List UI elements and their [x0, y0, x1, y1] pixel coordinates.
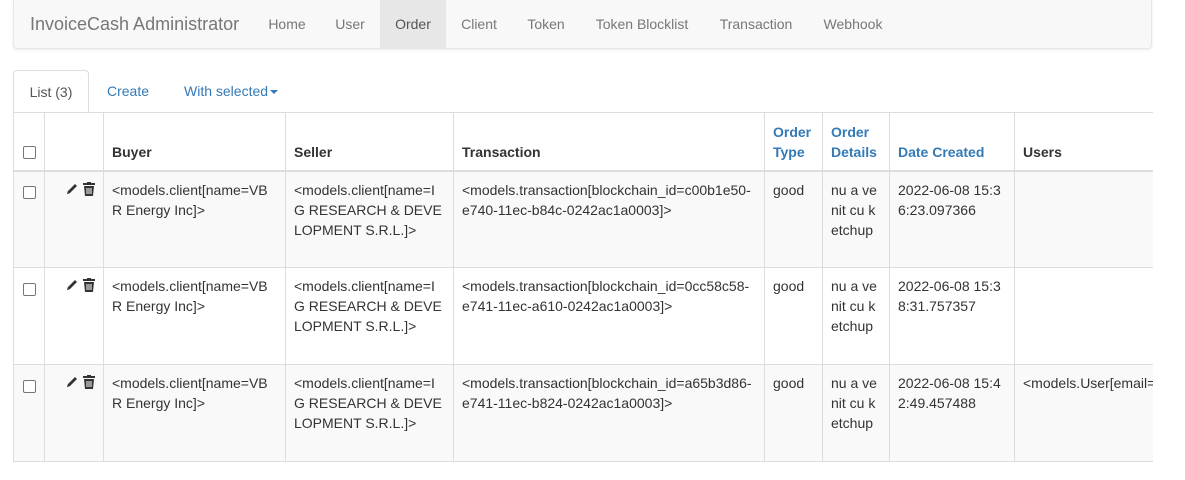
table-row: <models.client[name=VBR Energy Inc]> <mo… — [13, 364, 1153, 462]
select-all-cell — [13, 112, 45, 172]
with-selected-dropdown[interactable]: With selected — [184, 70, 279, 113]
row-select-cell — [13, 170, 45, 268]
cell-date-created: 2022-06-08 15:38:31.757357 — [889, 267, 1015, 365]
cell-users: <models.User[email= — [1014, 364, 1153, 462]
nav-order[interactable]: Order — [380, 0, 446, 49]
cell-transaction: <models.transaction[blockchain_id=c00b1e… — [453, 170, 765, 268]
table-header-row: Buyer Seller Transaction Order Type Orde… — [13, 112, 1153, 172]
delete-trash-icon[interactable] — [83, 277, 95, 297]
table-row: <models.client[name=VBR Energy Inc]> <mo… — [13, 170, 1153, 268]
orders-table-container: Buyer Seller Transaction Order Type Orde… — [13, 112, 1153, 462]
actions-header — [44, 112, 104, 172]
row-actions — [44, 267, 104, 365]
with-selected-label: With selected — [184, 83, 269, 99]
nav-token-blocklist[interactable]: Token Blocklist — [587, 0, 697, 49]
cell-users — [1014, 170, 1153, 268]
row-checkbox[interactable] — [22, 186, 36, 200]
row-actions — [44, 170, 104, 268]
header-transaction: Transaction — [453, 112, 765, 172]
edit-pencil-icon[interactable] — [65, 181, 79, 201]
cell-date-created: 2022-06-08 15:42:49.457488 — [889, 364, 1015, 462]
cell-order-details: nu a venit cu ketchup — [822, 267, 890, 365]
header-order-type[interactable]: Order Type — [764, 112, 823, 172]
delete-trash-icon[interactable] — [83, 374, 95, 394]
nav-transaction[interactable]: Transaction — [709, 0, 803, 49]
tab-create[interactable]: Create — [107, 70, 149, 113]
cell-buyer: <models.client[name=VBR Energy Inc]> — [103, 170, 286, 268]
caret-down-icon — [270, 90, 279, 95]
cell-users — [1014, 267, 1153, 365]
row-checkbox[interactable] — [22, 379, 36, 393]
row-select-cell — [13, 267, 45, 365]
header-seller: Seller — [285, 112, 454, 172]
cell-seller: <models.client[name=IG RESEARCH & DEVELO… — [285, 267, 454, 365]
cell-seller: <models.client[name=IG RESEARCH & DEVELO… — [285, 364, 454, 462]
select-all-checkbox[interactable] — [22, 146, 36, 160]
row-actions — [44, 364, 104, 462]
cell-buyer: <models.client[name=VBR Energy Inc]> — [103, 364, 286, 462]
edit-pencil-icon[interactable] — [65, 277, 79, 297]
nav-user[interactable]: User — [322, 0, 378, 49]
top-navbar: InvoiceCash Administrator Home User Orde… — [13, 0, 1152, 49]
nav-token[interactable]: Token — [516, 0, 576, 49]
header-order-details[interactable]: Order Details — [822, 112, 890, 172]
cell-date-created: 2022-06-08 15:36:23.097366 — [889, 170, 1015, 268]
edit-pencil-icon[interactable] — [65, 374, 79, 394]
delete-trash-icon[interactable] — [83, 181, 95, 201]
cell-order-details: nu a venit cu ketchup — [822, 170, 890, 268]
row-select-cell — [13, 364, 45, 462]
view-tabs: List (3) Create With selected — [13, 70, 1153, 113]
brand-title[interactable]: InvoiceCash Administrator — [30, 0, 239, 49]
nav-webhook[interactable]: Webhook — [814, 0, 892, 49]
header-users: Users — [1014, 112, 1153, 172]
header-date-created[interactable]: Date Created — [889, 112, 1015, 172]
nav-home[interactable]: Home — [257, 0, 317, 49]
cell-transaction: <models.transaction[blockchain_id=a65b3d… — [453, 364, 765, 462]
cell-transaction: <models.transaction[blockchain_id=0cc58c… — [453, 267, 765, 365]
cell-seller: <models.client[name=IG RESEARCH & DEVELO… — [285, 170, 454, 268]
orders-table: Buyer Seller Transaction Order Type Orde… — [13, 112, 1153, 462]
cell-order-details: nu a venit cu ketchup — [822, 364, 890, 462]
cell-order-type: good — [764, 170, 823, 268]
cell-buyer: <models.client[name=VBR Energy Inc]> — [103, 267, 286, 365]
nav-client[interactable]: Client — [450, 0, 508, 49]
table-row: <models.client[name=VBR Energy Inc]> <mo… — [13, 267, 1153, 365]
tab-list[interactable]: List (3) — [13, 70, 89, 113]
cell-order-type: good — [764, 267, 823, 365]
header-buyer: Buyer — [103, 112, 286, 172]
cell-order-type: good — [764, 364, 823, 462]
row-checkbox[interactable] — [22, 282, 36, 296]
